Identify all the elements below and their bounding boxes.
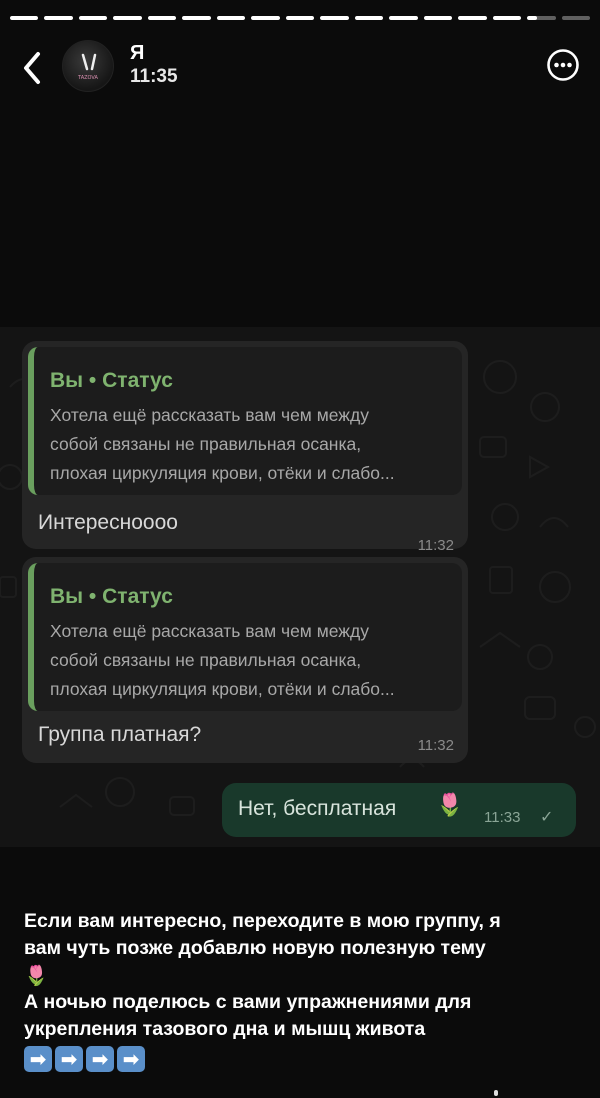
progress-segment <box>147 16 177 20</box>
progress-segment <box>561 16 590 20</box>
tulip-icon: 🌷 <box>436 793 464 818</box>
progress-segment-fill <box>78 16 108 20</box>
progress-segment <box>492 16 522 20</box>
message-time: 11:32 <box>417 537 454 554</box>
progress-segment-fill <box>10 16 39 20</box>
caption-line: укрепления тазового дна и мышц живота <box>24 1018 426 1040</box>
caption-line: А ночью поделюсь с вами упражнениями для <box>24 991 472 1013</box>
quote-title: Вы • Статус <box>50 369 173 392</box>
progress-segment <box>458 16 487 20</box>
message-time: 11:33 <box>484 809 521 826</box>
progress-segment-fill <box>113 16 142 20</box>
tulip-icon: 🌷 <box>24 964 49 987</box>
progress-segment <box>527 16 556 20</box>
right-arrow-icon: ➡ <box>24 1046 52 1072</box>
arrow-emoji-row: ➡ ➡ ➡ ➡ <box>24 1046 580 1072</box>
progress-segment <box>251 16 280 20</box>
story-caption: Если вам интересно, переходите в мою гру… <box>24 908 580 1072</box>
progress-segment <box>354 16 384 20</box>
progress-segment <box>10 16 39 20</box>
progress-segment-fill <box>458 16 487 20</box>
progress-segment <box>285 16 315 20</box>
progress-segment-fill <box>44 16 73 20</box>
quote-text: Хотела ещё рассказать вам чем между собо… <box>50 621 395 699</box>
more-circle-icon <box>547 49 579 81</box>
caption-line: вам чуть позже добавлю новую полезную те… <box>24 937 486 959</box>
progress-segment <box>320 16 349 20</box>
sent-check-icon: ✓ <box>540 807 554 826</box>
progress-segment-fill <box>216 16 246 20</box>
right-arrow-icon: ➡ <box>117 1046 145 1072</box>
story-progress-bar <box>10 16 590 20</box>
scroll-indicator <box>494 1090 498 1096</box>
progress-segment <box>423 16 453 20</box>
story-header: TAZOVA Я 11:35 <box>0 36 600 100</box>
avatar-logo-text: TAZOVA <box>78 75 98 81</box>
progress-segment-fill <box>251 16 280 20</box>
message-text: Нет, бесплатная <box>238 797 397 820</box>
progress-segment <box>216 16 246 20</box>
account-name[interactable]: Я <box>130 42 144 65</box>
chevron-left-icon <box>24 52 40 84</box>
back-button[interactable] <box>18 48 48 88</box>
progress-segment-fill <box>389 16 418 20</box>
right-arrow-icon: ➡ <box>55 1046 83 1072</box>
caption-line: Если вам интересно, переходите в мою гру… <box>24 910 501 932</box>
quote-text: Хотела ещё рассказать вам чем между собо… <box>50 405 395 483</box>
outgoing-message[interactable]: Нет, бесплатная 🌷 11:33 ✓ <box>222 783 576 837</box>
quoted-status-reply[interactable]: Вы • Статус Хотела ещё рассказать вам че… <box>28 347 462 495</box>
progress-segment <box>182 16 211 20</box>
story-view[interactable]: TAZOVA Я 11:35 Вы • Статус Хотела ещё ра… <box>0 0 600 1098</box>
progress-segment-fill <box>182 16 211 20</box>
progress-segment-fill <box>285 16 315 20</box>
message-text: Группа платная? <box>38 723 202 746</box>
progress-segment-fill <box>320 16 349 20</box>
story-time: 11:35 <box>130 66 178 87</box>
more-button[interactable] <box>546 48 580 82</box>
progress-segment-fill <box>423 16 453 20</box>
progress-segment <box>78 16 108 20</box>
message-text: Интересноооо <box>38 511 178 534</box>
progress-segment <box>389 16 418 20</box>
chat-screenshot: Вы • Статус Хотела ещё рассказать вам че… <box>0 327 600 847</box>
progress-segment <box>113 16 142 20</box>
progress-segment-fill <box>527 16 537 20</box>
quoted-status-reply[interactable]: Вы • Статус Хотела ещё рассказать вам че… <box>28 563 462 711</box>
incoming-message[interactable]: Вы • Статус Хотела ещё рассказать вам че… <box>22 557 468 763</box>
progress-segment-fill <box>147 16 177 20</box>
quote-title: Вы • Статус <box>50 585 173 608</box>
progress-segment-fill <box>354 16 384 20</box>
avatar-logo-icon <box>81 53 97 71</box>
message-time: 11:32 <box>417 737 454 754</box>
incoming-message[interactable]: Вы • Статус Хотела ещё рассказать вам че… <box>22 341 468 554</box>
right-arrow-icon: ➡ <box>86 1046 114 1072</box>
progress-segment-fill <box>492 16 522 20</box>
progress-segment <box>44 16 73 20</box>
avatar[interactable]: TAZOVA <box>62 40 114 92</box>
